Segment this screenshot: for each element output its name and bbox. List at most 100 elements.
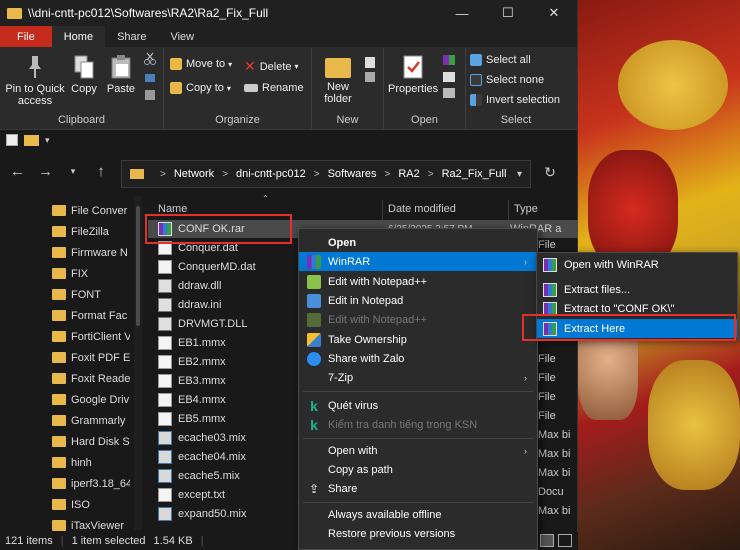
pin-quick-access-button[interactable]: Pin to Quick access [4, 54, 66, 107]
menu-ksn[interactable]: k Kiểm tra danh tiếng trong KSN [299, 415, 537, 434]
submenu-open-with-winrar[interactable]: Open with WinRAR [537, 255, 737, 274]
menu-share-zalo[interactable]: Share with Zalo [299, 349, 537, 368]
submenu-extract-files[interactable]: Extract files... [537, 280, 737, 299]
submenu-extract-here[interactable]: Extract Here [537, 319, 737, 338]
new-folder-small-icon[interactable] [24, 134, 39, 146]
breadcrumb-ra2[interactable]: RA2 [398, 168, 419, 180]
new-folder-icon [325, 58, 351, 78]
nav-folder-item[interactable]: Google Driv [52, 389, 130, 410]
address-bar[interactable]: > Network > dni-cntt-pc012 > Softwares >… [121, 160, 531, 188]
menu-winrar[interactable]: WinRAR › [299, 252, 537, 271]
menu-7zip-label: 7-Zip [328, 371, 354, 384]
menu-open-with[interactable]: Open with › [299, 441, 537, 460]
properties-button[interactable]: Properties [388, 54, 438, 95]
invert-selection-button[interactable]: Invert selection [470, 94, 560, 106]
open-small-icons[interactable] [442, 54, 458, 102]
column-name[interactable]: Name [158, 203, 187, 215]
delete-button[interactable]: ✕ Delete ▾ [244, 58, 299, 75]
nav-folder-item[interactable]: Format Fac [52, 305, 130, 326]
minimize-button[interactable]: — [439, 6, 485, 21]
winrar-icon [543, 282, 557, 297]
nav-folder-item[interactable]: FileZilla [52, 221, 130, 242]
tab-share[interactable]: Share [105, 26, 158, 47]
nav-scrollbar-thumb[interactable] [136, 206, 140, 326]
menu-ksn-label: Kiểm tra danh tiếng trong KSN [328, 418, 478, 431]
nav-scrollbar[interactable] [134, 196, 142, 530]
large-icons-view-icon[interactable] [558, 534, 572, 547]
move-to-button[interactable]: Move to ▾ [170, 58, 232, 70]
menu-edit-notepad[interactable]: Edit in Notepad [299, 291, 537, 310]
up-arrow-icon[interactable]: ↑ [94, 163, 108, 180]
folder-icon [52, 289, 66, 300]
dll-file-icon [158, 279, 172, 293]
select-none-icon [470, 74, 482, 86]
folder-icon [52, 331, 66, 342]
paste-button[interactable]: Paste [104, 54, 138, 95]
nav-folder-item[interactable]: File Conver [52, 200, 130, 221]
properties-check-icon[interactable] [6, 134, 18, 146]
customize-toolbar-icon[interactable]: ▾ [45, 135, 50, 146]
nav-folder-item[interactable]: FONT [52, 284, 130, 305]
tab-file[interactable]: File [0, 26, 52, 47]
recent-locations-icon[interactable]: ▾ [66, 166, 80, 177]
select-none-button[interactable]: Select none [470, 74, 544, 86]
nav-folder-item[interactable]: hinh [52, 452, 130, 473]
nav-folder-item[interactable]: FortiClient V [52, 326, 130, 347]
forward-arrow-icon[interactable]: → [38, 163, 53, 180]
tab-home[interactable]: Home [51, 26, 106, 47]
menu-7zip[interactable]: 7-Zip › [299, 368, 537, 387]
nav-folder-item[interactable]: Foxit Reade [52, 368, 130, 389]
close-button[interactable]: ✕ [531, 5, 577, 21]
breadcrumb-network[interactable]: Network [174, 168, 214, 180]
rename-label: Rename [262, 82, 304, 94]
menu-restore-versions[interactable]: Restore previous versions [299, 524, 537, 543]
nav-folder-item[interactable]: Firmware N [52, 242, 130, 263]
sort-ascending-icon: ⌃ [262, 194, 269, 203]
breadcrumb-host[interactable]: dni-cntt-pc012 [236, 168, 306, 180]
column-date-modified[interactable]: Date modified [388, 203, 456, 215]
nav-folder-item[interactable]: ISO [52, 494, 130, 515]
submenu-arrow-icon: › [524, 256, 527, 267]
column-type[interactable]: Type [514, 203, 538, 215]
nav-folder-item[interactable]: Grammarly [52, 410, 130, 431]
menu-always-offline[interactable]: Always available offline [299, 505, 537, 524]
menu-open[interactable]: Open [299, 233, 537, 252]
rename-button[interactable]: Rename [244, 82, 304, 94]
refresh-icon[interactable]: ↻ [540, 164, 560, 184]
new-item-icon[interactable] [364, 56, 378, 86]
nav-folder-item[interactable]: Foxit PDF E [52, 347, 130, 368]
details-view-icon[interactable] [540, 534, 554, 547]
menu-quet-virus[interactable]: k Quét virus [299, 396, 537, 415]
menu-share-zalo-label: Share with Zalo [328, 352, 405, 365]
breadcrumb-softwares[interactable]: Softwares [328, 168, 377, 180]
folder-icon [52, 520, 66, 531]
menu-edit-notepadpp[interactable]: Edit with Notepad++ [299, 272, 537, 291]
invert-selection-label: Invert selection [486, 94, 560, 106]
menu-edit-notepad-label: Edit in Notepad [328, 294, 404, 307]
document-file-icon [158, 412, 172, 426]
back-arrow-icon[interactable]: ← [10, 163, 25, 180]
select-all-button[interactable]: Select all [470, 54, 531, 66]
breadcrumb-current[interactable]: Ra2_Fix_Full [442, 168, 507, 180]
clipboard-group: Pin to Quick access Copy Paste Clipboard [0, 48, 164, 129]
column-header: Name ⌃ Date modified Type [148, 194, 578, 220]
nav-folder-item[interactable]: Hard Disk S [52, 431, 130, 452]
document-file-icon [158, 355, 172, 369]
copy-button[interactable]: Copy [68, 54, 100, 95]
address-dropdown-icon[interactable]: ▾ [517, 169, 522, 180]
nav-folder-item[interactable]: FIX [52, 263, 130, 284]
menu-take-ownership[interactable]: Take Ownership [299, 330, 537, 349]
submenu-extract-to[interactable]: Extract to "CONF OK\" [537, 299, 737, 318]
nav-folder-item[interactable]: iperf3.18_64 [52, 473, 130, 494]
notepadpp-icon [307, 274, 321, 289]
menu-copy-as-path[interactable]: Copy as path [299, 460, 537, 479]
menu-share[interactable]: ⇪ Share [299, 479, 537, 498]
tab-view[interactable]: View [158, 26, 206, 47]
new-folder-button[interactable]: New folder [318, 54, 358, 105]
copy-to-button[interactable]: Copy to ▾ [170, 82, 231, 94]
maximize-button[interactable]: ☐ [485, 5, 531, 21]
submenu-extract-to-label: Extract to "CONF OK\" [564, 302, 675, 315]
cut-icon[interactable] [144, 52, 156, 108]
organize-group-label: Organize [215, 114, 260, 126]
winrar-submenu: Open with WinRAR Extract files... Extrac… [536, 252, 738, 340]
